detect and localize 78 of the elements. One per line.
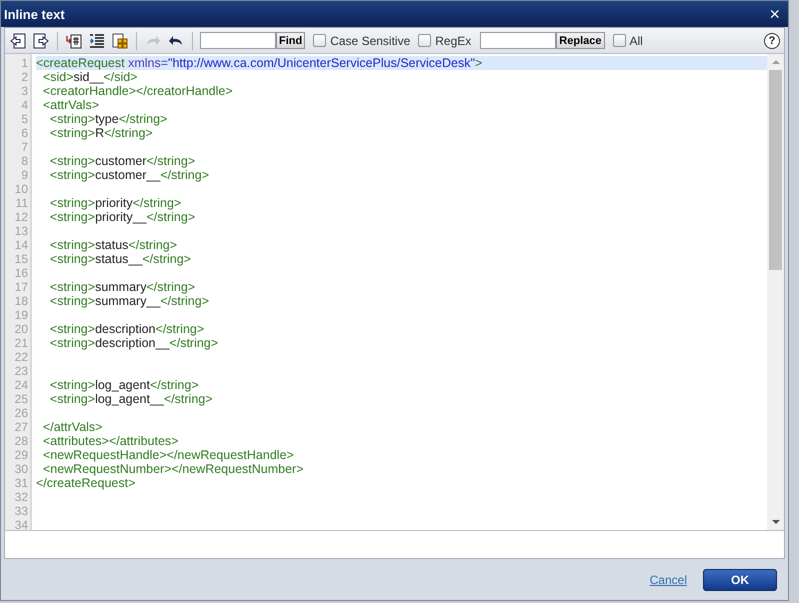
indent-button[interactable] — [88, 32, 106, 50]
code-line: <string>description</string> — [48, 322, 204, 336]
find-field[interactable] — [200, 32, 276, 49]
line-number: 34 — [14, 518, 29, 532]
line-number: 19 — [14, 308, 29, 322]
line-number: 24 — [14, 378, 29, 392]
code-line: <string>status</string> — [48, 238, 178, 252]
option-label: RegEx — [435, 34, 472, 48]
checkbox[interactable] — [418, 34, 432, 47]
line-number: 25 — [14, 392, 29, 406]
code-line: <string>description__</string> — [48, 336, 218, 350]
scrollbar[interactable] — [767, 54, 784, 530]
line-number: 32 — [14, 490, 29, 504]
code-line: <sid>sid__</sid> — [42, 70, 138, 84]
help-button[interactable]: ? — [764, 32, 780, 48]
code-line: <string>priority__</string> — [48, 210, 196, 224]
line-number: 3 — [20, 84, 29, 98]
code-line: <newRequestNumber></newRequestNumber> — [42, 462, 304, 476]
line-number: 29 — [14, 448, 29, 462]
line-number: 27 — [14, 420, 29, 434]
code-line: <string>summary__</string> — [48, 294, 209, 308]
line-number: 18 — [14, 294, 29, 308]
checkbox[interactable] — [313, 34, 326, 47]
line-number: 10 — [14, 182, 29, 196]
line-number: 15 — [14, 252, 29, 266]
insert-button[interactable] — [65, 32, 83, 50]
find-button[interactable]: Find — [276, 32, 306, 49]
line-number: 28 — [14, 434, 29, 448]
cancel-link[interactable]: Cancel — [650, 572, 687, 586]
checkbox[interactable] — [612, 34, 626, 47]
code-line: </createRequest> — [36, 476, 136, 490]
code-line: <string>customer__</string> — [48, 168, 210, 182]
line-number: 16 — [14, 266, 29, 280]
code-line: <string>status__</string> — [48, 252, 191, 266]
import-button[interactable] — [9, 32, 27, 50]
line-number: 14 — [14, 238, 29, 252]
code-line: <attributes></attributes> — [42, 434, 178, 448]
line-number: 33 — [14, 504, 29, 518]
code-line: </attrVals> — [42, 420, 102, 434]
line-number: 13 — [14, 224, 29, 238]
option-label: Case Sensitive — [330, 34, 410, 48]
code-line: <string>type</string> — [48, 112, 168, 126]
code-line: <string>R</string> — [48, 126, 153, 140]
line-number: 20 — [14, 322, 29, 336]
code-line: <string>log_agent</string> — [48, 378, 199, 392]
line-number: 9 — [20, 168, 29, 182]
line-number: 17 — [14, 280, 29, 294]
line-number: 30 — [14, 462, 29, 476]
line-number: 6 — [20, 126, 29, 140]
window-title: Inline text — [4, 6, 65, 22]
line-number: 7 — [20, 140, 29, 154]
grid-button[interactable] — [111, 32, 129, 50]
close-button[interactable]: × — [769, 5, 780, 23]
line-number: 1 — [20, 56, 29, 70]
replace-button[interactable]: Replace — [556, 32, 604, 49]
code-line: <string>log_agent__</string> — [48, 392, 213, 406]
code-line: <newRequestHandle></newRequestHandle> — [42, 448, 294, 462]
line-number: 8 — [20, 154, 29, 168]
code-line: <attrVals> — [42, 98, 99, 112]
line-number: 11 — [14, 196, 29, 210]
ok-button[interactable]: OK — [703, 568, 777, 590]
line-number: 23 — [14, 364, 29, 378]
line-number: 26 — [14, 406, 29, 420]
replace-field[interactable] — [480, 32, 556, 49]
line-number: 22 — [14, 350, 29, 364]
code-line: <creatorHandle></creatorHandle> — [42, 84, 233, 98]
code-line: <string>summary</string> — [48, 280, 196, 294]
line-number: 5 — [20, 112, 29, 126]
line-number: 31 — [14, 476, 29, 490]
export-button[interactable] — [32, 32, 50, 50]
line-number: 2 — [20, 70, 29, 84]
code-line: <string>priority</string> — [48, 196, 182, 210]
code-line: <createRequest xmlns="http://www.ca.com/UnicenterServicePlus/ServiceDesk"> — [36, 56, 482, 70]
line-number: 21 — [14, 336, 29, 350]
line-number: 12 — [14, 210, 29, 224]
line-number: 4 — [20, 98, 29, 112]
option-label: All — [630, 34, 643, 48]
code-line: <string>customer</string> — [48, 154, 196, 168]
